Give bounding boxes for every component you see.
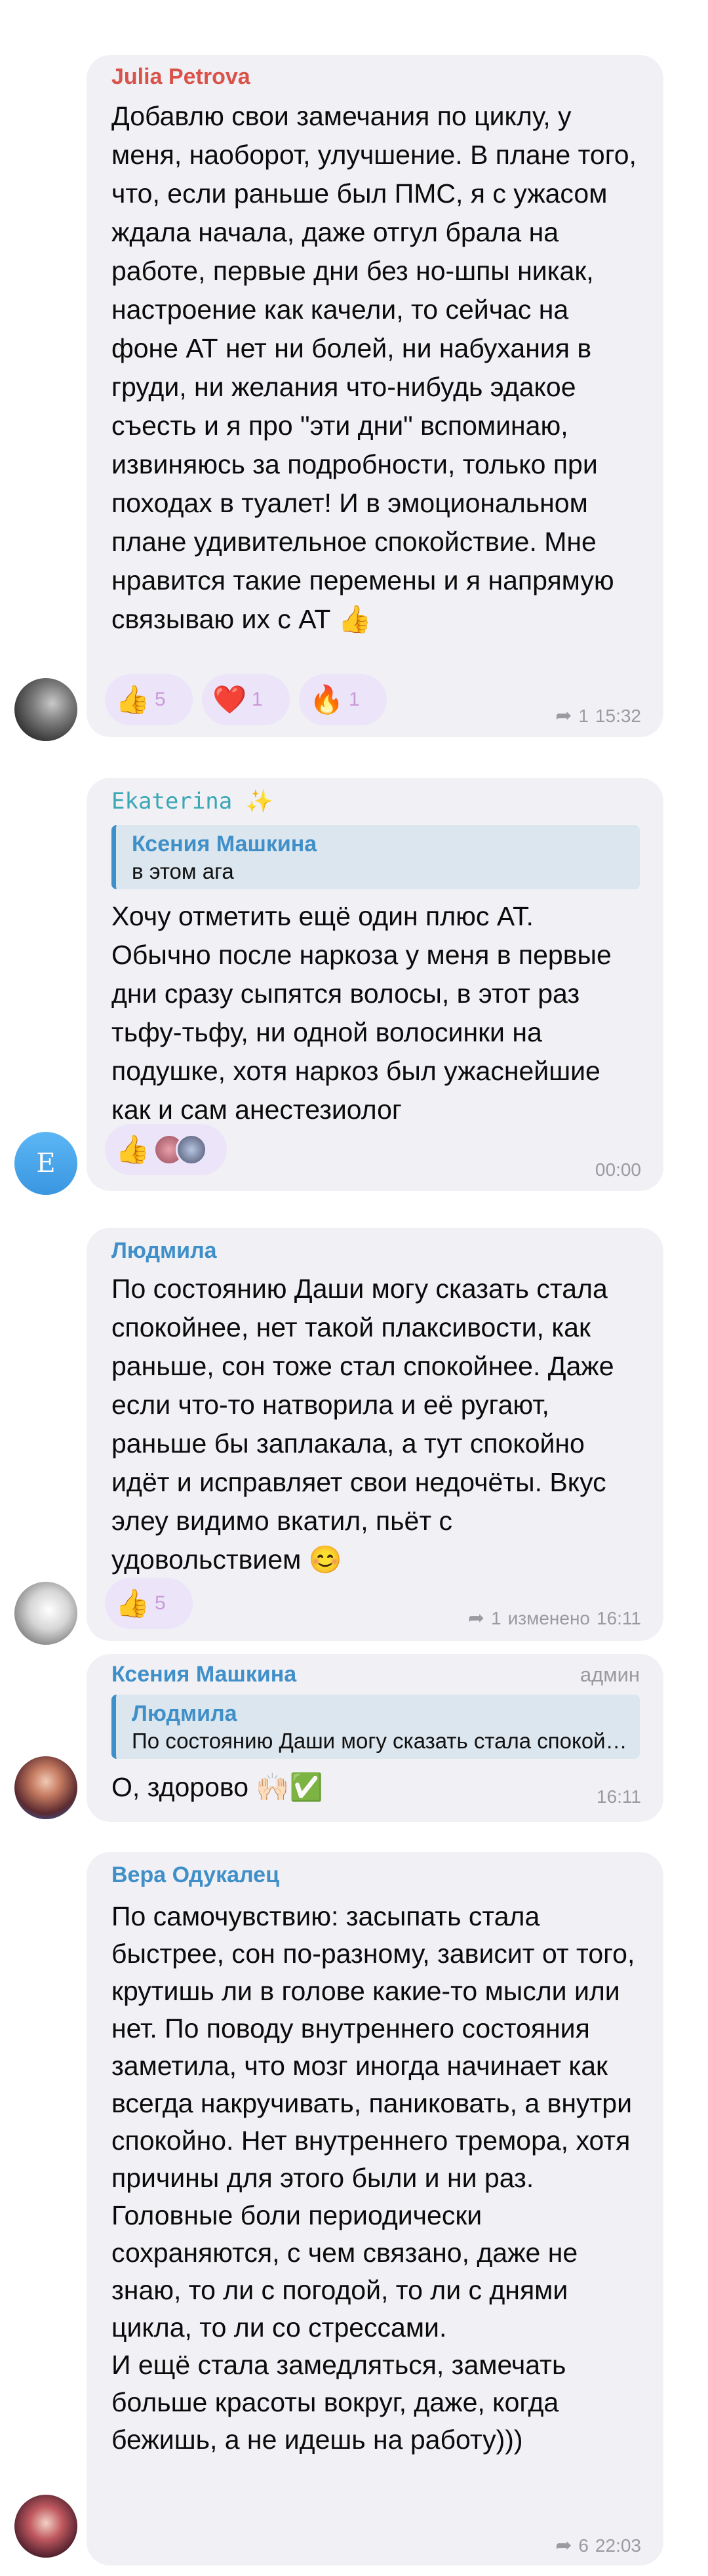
reaction-fire[interactable]: 🔥 1 (299, 674, 387, 725)
message-meta: ➦ 6 22:03 (555, 2534, 641, 2557)
message-text: Хочу отметить ещё один плюс АТ. Обычно п… (111, 901, 612, 1125)
forward-count: 1 (491, 1607, 502, 1628)
sender-name[interactable]: Вера Одукалец (111, 1862, 279, 1888)
reaction-heart[interactable]: ❤️ 1 (202, 674, 290, 725)
avatar-letter: E (36, 1148, 56, 1178)
reply-sender: Ксения Машкина (132, 832, 317, 856)
reply-text: в этом ага (132, 859, 234, 883)
message-meta: ➦ 1 изменено 16:11 (468, 1607, 641, 1630)
message-meta: 00:00 (595, 1159, 641, 1180)
reply-text: По состоянию Даши могу сказать стала спо… (132, 1729, 631, 1753)
avatar-julia[interactable] (14, 678, 77, 741)
forward-icon: ➦ (555, 705, 572, 727)
forward-count: 6 (578, 2535, 589, 2556)
reaction-count: 1 (252, 689, 263, 710)
reaction-thumbs-up[interactable]: 👍 5 (105, 1578, 193, 1629)
message-text: Добавлю свои замечания по циклу, у меня,… (111, 101, 637, 634)
forward-icon: ➦ (467, 1607, 485, 1629)
forward-icon: ➦ (555, 2535, 572, 2556)
message-vera[interactable]: Вера Одукалец По самочувствию: засыпать … (87, 1852, 663, 2566)
message-time: 22:03 (595, 2535, 641, 2556)
sender-name[interactable]: Ксения Машкина (111, 1662, 296, 1687)
avatar-ekaterina[interactable]: E (14, 1132, 77, 1195)
message-kseniya[interactable]: Ксения Машкина админ Людмила По состояни… (87, 1654, 663, 1822)
avatar-kseniya[interactable] (14, 1756, 77, 1819)
message-time: 16:11 (597, 1786, 641, 1807)
message-ekaterina[interactable]: Ekaterina ✨ Ксения Машкина в этом ага Хо… (87, 778, 663, 1191)
edited-label: изменено (507, 1607, 590, 1628)
message-time: 00:00 (595, 1159, 641, 1180)
sender-name[interactable]: Julia Petrova (111, 64, 250, 90)
avatar-lyudmila[interactable] (14, 1582, 77, 1645)
message-paragraph: Головные боли периодически сохраняются, … (111, 2200, 578, 2343)
message-text: По состоянию Даши могу сказать стала спо… (111, 1274, 614, 1575)
message-meta: 16:11 (597, 1786, 641, 1807)
reaction-count: 1 (349, 689, 360, 710)
thumbs-up-icon: 👍 (115, 1133, 150, 1165)
reply-sender: Людмила (132, 1701, 237, 1726)
reply-preview[interactable]: Людмила По состоянию Даши могу сказать с… (111, 1695, 640, 1759)
reaction-thumbs-up[interactable]: 👍 5 (105, 674, 193, 725)
message-meta: ➦ 1 15:32 (555, 704, 641, 727)
avatar-vera[interactable] (14, 2495, 77, 2558)
message-time: 16:11 (597, 1607, 641, 1628)
thumbs-up-icon: 👍 (115, 1587, 150, 1619)
forward-count: 1 (578, 705, 589, 726)
message-text: О, здорово 🙌🏻✅ (111, 1772, 323, 1802)
reaction-thumbs-up[interactable]: 👍 (105, 1124, 227, 1175)
sender-name[interactable]: Людмила (111, 1238, 217, 1264)
message-lyudmila[interactable]: Людмила По состоянию Даши могу сказать с… (87, 1228, 663, 1641)
reactor-avatar (176, 1134, 207, 1165)
reaction-count: 5 (155, 1592, 166, 1614)
message-paragraph: По самочувствию: засыпать стала быстрее,… (111, 1901, 635, 2193)
heart-icon: ❤️ (212, 683, 247, 715)
message-julia[interactable]: Julia Petrova Добавлю свои замечания по … (87, 55, 663, 737)
message-paragraph: И ещё стала замедляться, замечать больше… (111, 2350, 566, 2455)
message-text: По самочувствию: засыпать стала быстрее,… (111, 1898, 640, 2459)
reply-preview[interactable]: Ксения Машкина в этом ага (111, 825, 640, 889)
message-time: 15:32 (595, 705, 641, 726)
fire-icon: 🔥 (309, 683, 344, 715)
admin-badge: админ (580, 1663, 640, 1686)
sender-name[interactable]: Ekaterina ✨ (111, 788, 273, 815)
reaction-count: 5 (155, 689, 166, 710)
thumbs-up-icon: 👍 (115, 683, 150, 715)
